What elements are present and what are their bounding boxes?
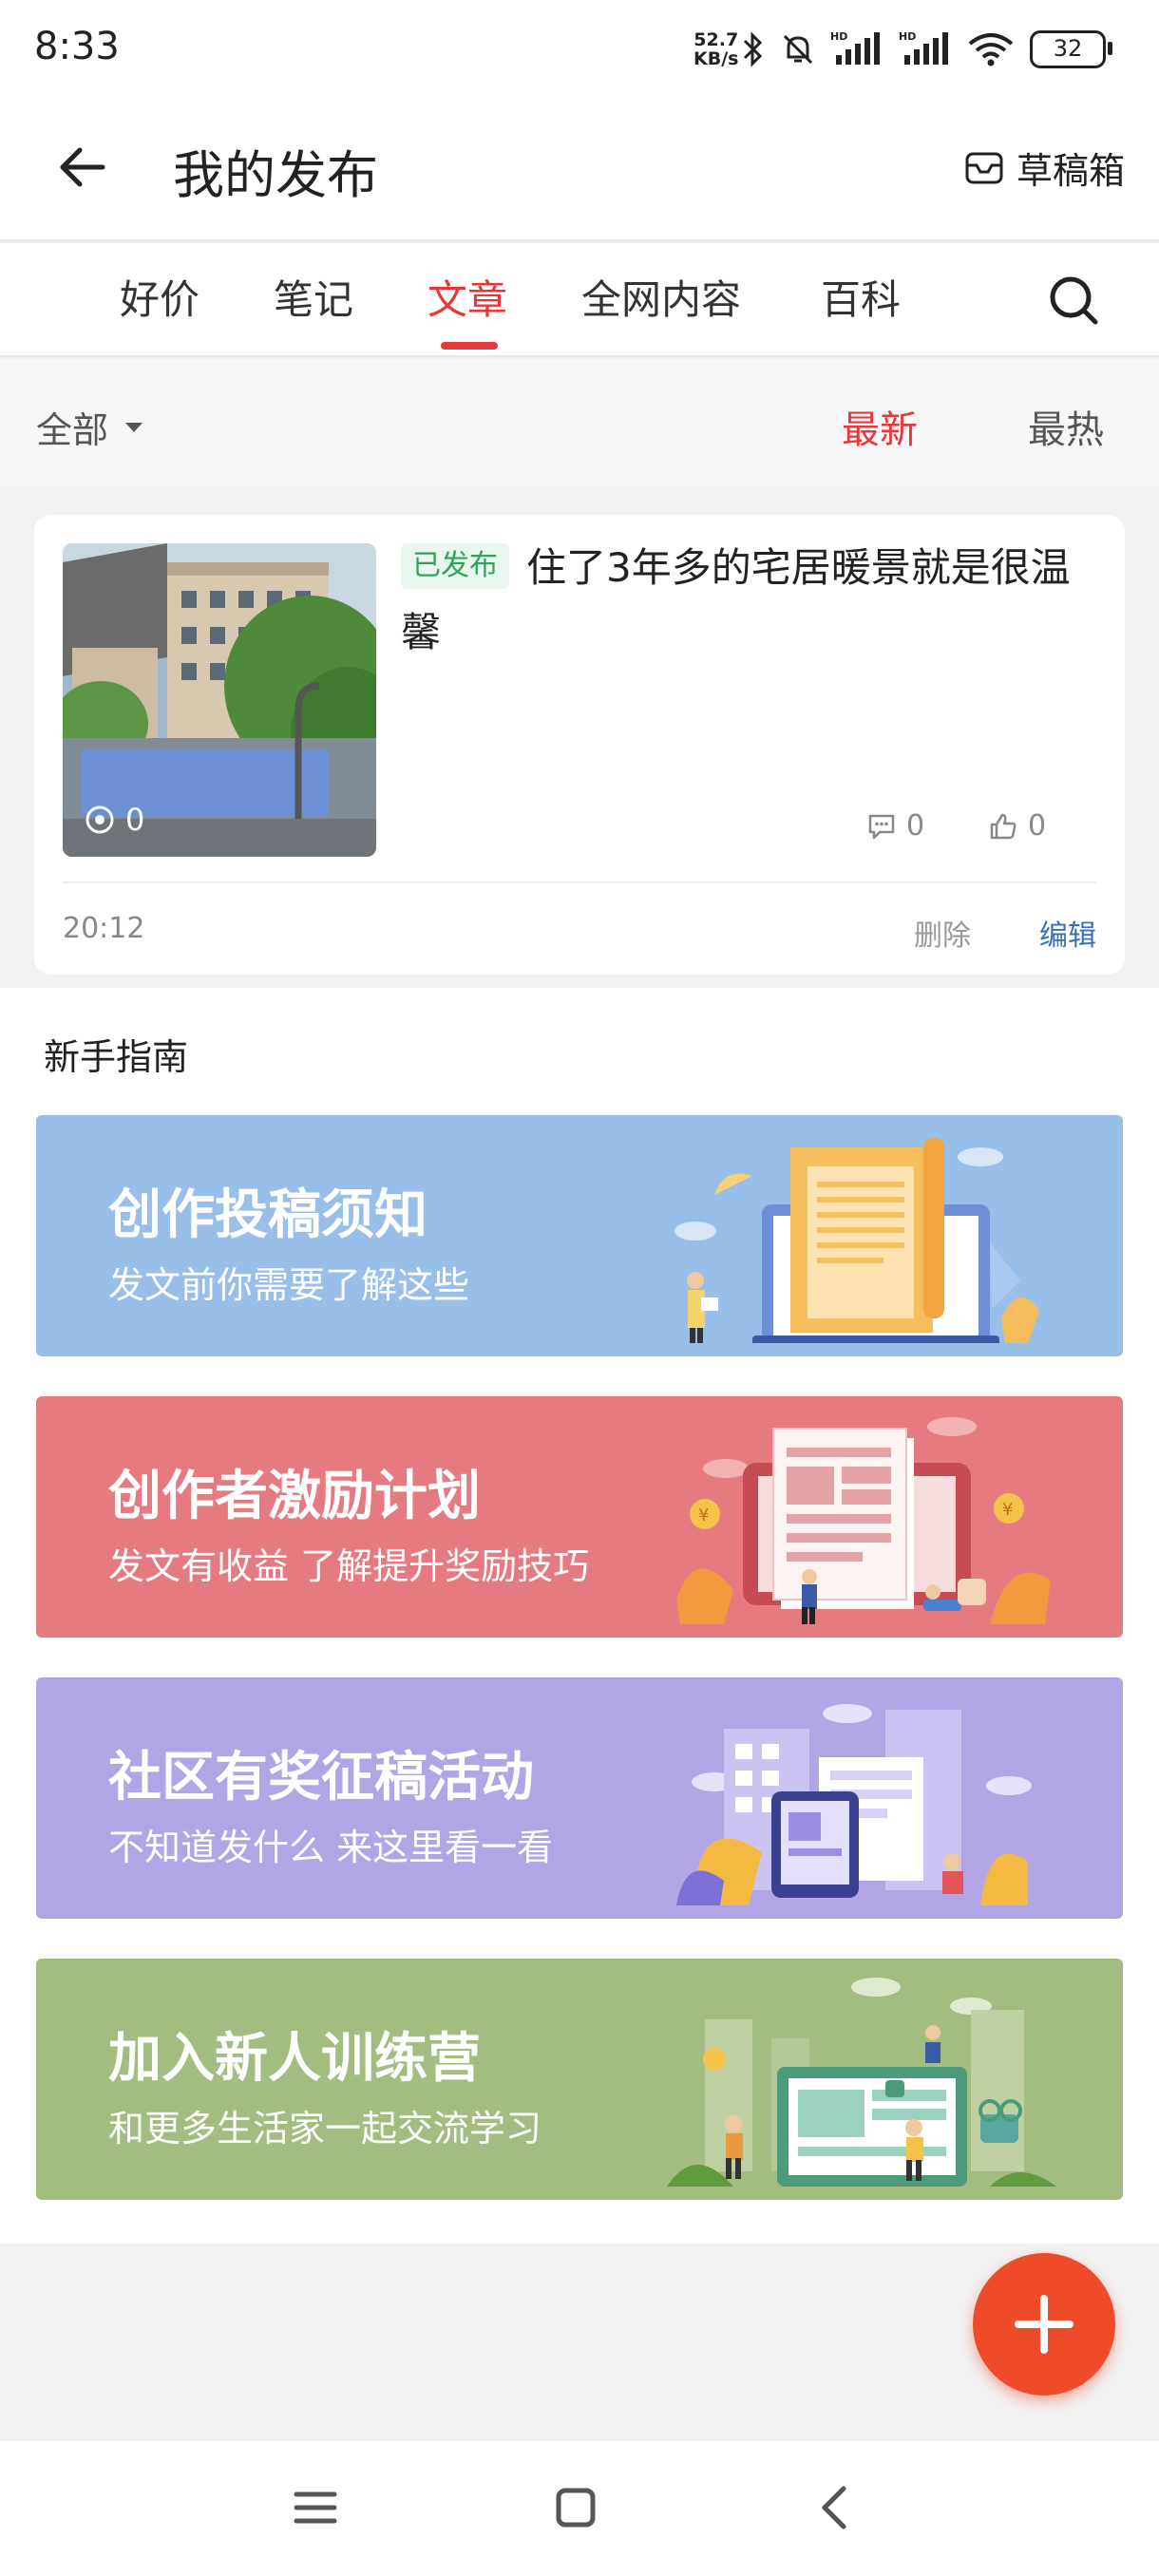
svg-text:¥: ¥ — [698, 1506, 709, 1525]
svg-text:HD: HD — [830, 30, 847, 43]
sort-newest[interactable]: 最新 — [842, 399, 918, 454]
draft-box-label: 草稿箱 — [1016, 149, 1125, 192]
banner-subtitle: 和更多生活家一起交流学习 — [108, 2108, 542, 2150]
create-post-button[interactable] — [973, 2253, 1115, 2396]
city-tablet-illustration — [676, 1704, 1032, 1905]
tablet-reward-illustration: ¥ ¥ — [676, 1417, 1051, 1624]
tab-web-content[interactable]: 全网内容 — [581, 272, 741, 329]
tab-wiki[interactable]: 百科 — [821, 272, 901, 329]
back-nav-button[interactable] — [808, 2479, 864, 2536]
square-icon — [556, 2488, 596, 2528]
banner-creator-incentive[interactable]: 创作者激励计划 发文有收益 了解提升奖励技巧 ¥ ¥ — [36, 1396, 1123, 1638]
network-speed: 52.7 KB/s — [694, 29, 739, 69]
arrow-left-icon — [60, 147, 105, 187]
comment-icon — [868, 814, 895, 839]
status-badge: 已发布 — [401, 543, 509, 589]
publish-time: 20:12 — [63, 912, 145, 945]
edit-button[interactable]: 编辑 — [1039, 912, 1096, 954]
hd-signal-icon: HD — [830, 30, 885, 68]
banner-subtitle: 不知道发什么 来这里看一看 — [108, 1827, 554, 1868]
like-count[interactable]: 0 — [988, 809, 1046, 843]
system-nav-bar — [0, 2441, 1159, 2576]
tab-deals[interactable]: 好价 — [120, 272, 200, 329]
chevron-left-icon — [822, 2486, 846, 2529]
tab-notes[interactable]: 笔记 — [274, 272, 353, 329]
svg-text:¥: ¥ — [1002, 1500, 1013, 1520]
mute-bell-icon — [779, 30, 817, 68]
article-thumbnail: 0 — [63, 543, 376, 857]
laptop-document-illustration — [674, 1138, 1039, 1343]
category-label: 全部 — [36, 409, 109, 451]
view-count: 0 — [84, 802, 144, 838]
status-time: 8:33 — [34, 25, 120, 68]
guide-heading: 新手指南 — [44, 1036, 189, 1078]
view-count-value: 0 — [125, 802, 145, 838]
tab-bar: 好价 笔记 文章 全网内容 百科 — [0, 243, 1159, 357]
card-divider — [63, 881, 1096, 883]
eye-icon — [86, 805, 114, 834]
banner-submission-guide[interactable]: 创作投稿须知 发文前你需要了解这些 — [36, 1115, 1123, 1356]
banner-title: 社区有奖征稿活动 — [108, 1747, 534, 1809]
hd-signal-icon: HD — [899, 30, 954, 68]
status-icons: HD HD — [741, 27, 1015, 72]
active-tab-indicator — [441, 342, 498, 350]
wifi-icon — [967, 30, 1015, 68]
delete-button[interactable]: 删除 — [914, 912, 971, 954]
banner-subtitle: 发文有收益 了解提升奖励技巧 — [108, 1545, 590, 1587]
sort-hottest[interactable]: 最热 — [1028, 399, 1104, 454]
article-card[interactable]: 0 住了3年多的宅居暖景就是很温馨 已发布 0 0 20:12 删除 编辑 — [34, 515, 1125, 975]
back-button[interactable] — [46, 131, 118, 203]
menu-icon — [294, 2491, 337, 2524]
search-button[interactable] — [1045, 272, 1102, 329]
like-count-value: 0 — [1028, 809, 1047, 843]
banner-subtitle: 发文前你需要了解这些 — [108, 1264, 470, 1306]
training-board-illustration — [667, 1978, 1056, 2187]
banner-title: 加入新人训练营 — [108, 2028, 481, 2090]
bluetooth-icon — [741, 30, 766, 68]
comment-count-value: 0 — [906, 809, 925, 843]
search-icon — [1050, 276, 1098, 325]
beginner-guide-section: 新手指南 创作投稿须知 发文前你需要了解这些 创作者激励计划 发文有收益 了解提… — [0, 988, 1159, 2244]
page-title: 我的发布 — [173, 145, 378, 205]
banner-newbie-camp[interactable]: 加入新人训练营 和更多生活家一起交流学习 — [36, 1959, 1123, 2200]
banner-title: 创作投稿须知 — [108, 1184, 428, 1246]
tab-articles[interactable]: 文章 — [428, 272, 507, 329]
comment-count[interactable]: 0 — [866, 809, 924, 843]
title-bar: 我的发布 草稿箱 — [0, 95, 1159, 241]
category-dropdown[interactable]: 全部 — [36, 401, 144, 453]
status-bar: 8:33 52.7 KB/s HD HD 32 — [0, 0, 1159, 95]
thumbs-up-icon — [990, 813, 1016, 839]
svg-text:HD: HD — [899, 30, 916, 43]
banner-title: 创作者激励计划 — [108, 1466, 481, 1527]
home-button[interactable] — [547, 2479, 604, 2536]
banner-contest-activity[interactable]: 社区有奖征稿活动 不知道发什么 来这里看一看 — [36, 1677, 1123, 1919]
plus-icon — [1015, 2295, 1074, 2354]
battery-icon: 32 — [1030, 30, 1106, 68]
inbox-icon — [965, 152, 1003, 184]
filter-bar: 全部 最新 最热 — [0, 359, 1159, 486]
caret-down-icon — [125, 422, 143, 432]
battery-tip — [1108, 42, 1112, 55]
draft-box-button[interactable]: 草稿箱 — [963, 139, 1125, 196]
menu-button[interactable] — [287, 2479, 344, 2536]
